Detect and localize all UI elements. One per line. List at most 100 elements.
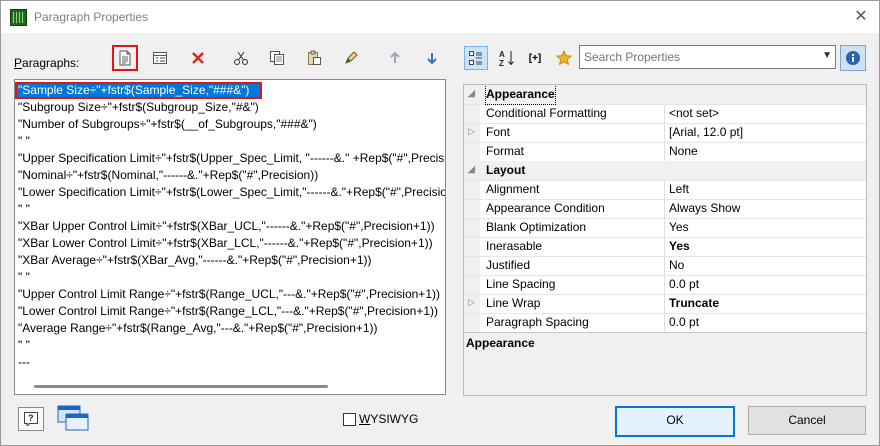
grid-property-row[interactable]: Appearance Condition Always Show: [464, 199, 866, 219]
property-name: Inerasable: [486, 239, 543, 253]
property-name: Paragraph Spacing: [486, 315, 589, 329]
property-value[interactable]: 0.0 pt: [669, 275, 699, 294]
copy-button[interactable]: [266, 47, 288, 69]
grid-property-row[interactable]: Blank Optimization Yes: [464, 218, 866, 238]
property-value[interactable]: Left: [669, 180, 689, 199]
cut-button[interactable]: [230, 47, 252, 69]
expression-button[interactable]: [+]: [523, 46, 547, 70]
search-combobox[interactable]: ▼: [579, 45, 836, 69]
cut-icon: [234, 51, 248, 65]
grid-property-row[interactable]: Alignment Left: [464, 180, 866, 200]
list-item[interactable]: " ": [15, 337, 445, 354]
list-item[interactable]: "Average Range÷"+fstr$(Range_Avg,"---&."…: [15, 320, 445, 337]
property-name: Format: [486, 144, 525, 158]
paragraphs-list[interactable]: "Sample Size÷"+fstr$(Sample_Size,"###&")…: [14, 79, 446, 395]
property-name: Justified: [486, 258, 531, 272]
title-bar: Paragraph Properties ✕: [1, 1, 879, 33]
collapse-arrow-icon[interactable]: ◢: [468, 164, 478, 175]
list-item[interactable]: "Nominal÷"+fstr$(Nominal,"------&."+Rep$…: [15, 167, 445, 184]
list-item[interactable]: "Lower Control Limit Range÷"+fstr$(Range…: [15, 303, 445, 320]
expand-arrow-icon[interactable]: ▷: [468, 126, 478, 137]
property-value[interactable]: [Arial, 12.0 pt]: [669, 123, 743, 142]
paste-button[interactable]: [303, 47, 325, 69]
categorized-view-button[interactable]: [464, 46, 488, 70]
grid-property-row[interactable]: Line Spacing 0.0 pt: [464, 275, 866, 295]
list-item[interactable]: "XBar Upper Control Limit÷"+fstr$(XBar_U…: [15, 218, 445, 235]
wysiwyg-checkbox[interactable]: [343, 413, 356, 426]
grid-property-row[interactable]: ▷ Line Wrap Truncate: [464, 294, 866, 314]
property-value[interactable]: 0.0 pt: [669, 313, 699, 332]
grid-property-row[interactable]: Format None: [464, 142, 866, 162]
edit-paragraph-button[interactable]: [340, 47, 362, 69]
property-value[interactable]: None: [669, 142, 698, 161]
properties-list-button[interactable]: [149, 47, 171, 69]
list-item[interactable]: "Sample Size÷"+fstr$(Sample_Size,"###&"): [15, 82, 262, 99]
grid-property-row[interactable]: Inerasable Yes: [464, 237, 866, 257]
property-value[interactable]: Truncate: [669, 294, 719, 313]
description-title: Appearance: [466, 336, 535, 350]
column-divider: [664, 199, 665, 218]
collapse-arrow-icon[interactable]: ◢: [468, 88, 478, 99]
property-value[interactable]: No: [669, 256, 684, 275]
new-paragraph-icon: [119, 50, 131, 66]
info-button[interactable]: [840, 45, 866, 71]
list-item[interactable]: "Upper Control Limit Range÷"+fstr$(Range…: [15, 286, 445, 303]
windows-glyph: [57, 405, 89, 431]
move-up-button[interactable]: [384, 47, 406, 69]
property-name: Conditional Formatting: [486, 106, 607, 120]
grid-property-row[interactable]: ▷ Font [Arial, 12.0 pt]: [464, 123, 866, 143]
svg-text:?: ?: [28, 413, 34, 423]
list-item[interactable]: " ": [15, 133, 445, 150]
ok-button[interactable]: OK: [615, 406, 735, 437]
close-button[interactable]: ✕: [850, 6, 872, 28]
property-name: Line Wrap: [486, 296, 541, 310]
property-name: Blank Optimization: [486, 220, 587, 234]
list-item[interactable]: "XBar Lower Control Limit÷"+fstr$(XBar_L…: [15, 235, 445, 252]
grid-property-row[interactable]: Conditional Formatting <not set>: [464, 104, 866, 124]
delete-button[interactable]: [187, 47, 209, 69]
grid-category-row[interactable]: ◢ Appearance: [464, 85, 866, 105]
paragraphs-label: Paragraphs:: [14, 56, 80, 70]
expand-arrow-icon[interactable]: ▷: [468, 297, 478, 308]
alphabetical-sort-button[interactable]: AZ: [495, 46, 519, 70]
search-input[interactable]: [582, 47, 811, 67]
wysiwyg-label[interactable]: WYSIWYG: [359, 412, 418, 426]
alphabetical-sort-icon: AZ: [499, 50, 514, 67]
list-item[interactable]: "Upper Specification Limit÷"+fstr$(Upper…: [15, 150, 445, 167]
property-value[interactable]: Always Show: [669, 199, 740, 218]
horizontal-scrollbar[interactable]: [16, 379, 444, 393]
list-item[interactable]: "Lower Specification Limit÷"+fstr$(Lower…: [15, 184, 445, 201]
grid-category-row[interactable]: ◢ Layout: [464, 161, 866, 181]
chevron-down-icon[interactable]: ▼: [822, 50, 832, 61]
column-divider: [664, 256, 665, 275]
list-item[interactable]: " ": [15, 201, 445, 218]
column-divider: [664, 180, 665, 199]
column-divider: [664, 275, 665, 294]
paste-icon: [308, 50, 321, 65]
cascade-windows-icon[interactable]: [56, 403, 92, 433]
list-item[interactable]: " ": [15, 269, 445, 286]
grid-property-row[interactable]: Paragraph Spacing 0.0 pt: [464, 313, 866, 333]
favorites-star-icon: [556, 50, 572, 66]
list-item[interactable]: "XBar Average÷"+fstr$(XBar_Avg,"------&.…: [15, 252, 445, 269]
property-value[interactable]: Yes: [669, 218, 689, 237]
favorites-button[interactable]: [552, 46, 576, 70]
list-item[interactable]: "Number of Subgroups÷"+fstr$(__of_Subgro…: [15, 116, 445, 133]
property-name: Font: [486, 125, 511, 139]
help-button[interactable]: ?: [18, 407, 44, 431]
column-divider: [664, 142, 665, 161]
new-paragraph-button[interactable]: [112, 45, 138, 71]
scrollbar-thumb[interactable]: [34, 385, 328, 388]
move-down-button[interactable]: [421, 47, 443, 69]
delete-icon: [192, 52, 204, 64]
list-item[interactable]: "Subgroup Size÷"+fstr$(Subgroup_Size,"#&…: [15, 99, 445, 116]
cancel-button[interactable]: Cancel: [748, 406, 866, 435]
property-value[interactable]: <not set>: [669, 104, 719, 123]
property-grid[interactable]: ◢ Appearance Conditional Formatting <not se…: [463, 84, 867, 396]
column-divider: [664, 313, 665, 332]
column-divider: [664, 218, 665, 237]
grid-property-row[interactable]: Justified No: [464, 256, 866, 276]
list-item[interactable]: ---: [15, 354, 445, 371]
dialog-window: Paragraph Properties ✕ Paragraphs: "Samp…: [0, 0, 880, 446]
property-value[interactable]: Yes: [669, 237, 690, 256]
